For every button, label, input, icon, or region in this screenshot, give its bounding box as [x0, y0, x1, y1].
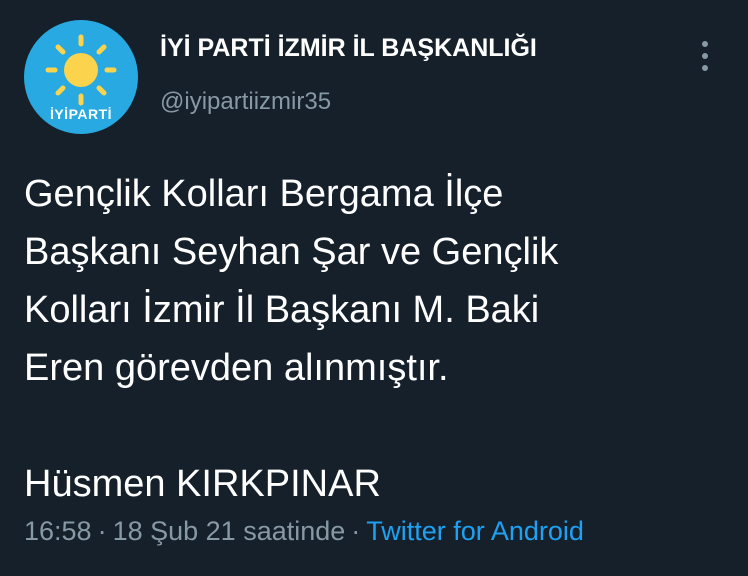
tweet-time[interactable]: 16:58	[24, 516, 92, 546]
tweet-line: Başkanı Seyhan Şar ve Gençlik	[24, 231, 559, 273]
user-handle[interactable]: @iyipartiizmir35	[160, 88, 331, 116]
tweet-line: Gençlik Kolları Bergama İlçe	[24, 173, 504, 215]
tweet-text: Gençlik Kolları Bergama İlçe Başkanı Sey…	[24, 165, 724, 513]
meta-separator: ·	[97, 516, 107, 546]
avatar[interactable]: İYİPARTİ	[24, 20, 138, 134]
display-name[interactable]: İYİ PARTİ İZMİR İL BAŞKANLIĞI	[160, 34, 537, 63]
tweet-date[interactable]: 18 Şub 21 saatinde	[113, 516, 346, 546]
tweet-line: Eren görevden alınmıştır.	[24, 347, 449, 389]
more-vertical-icon[interactable]	[694, 38, 716, 74]
meta-separator: ·	[351, 516, 361, 546]
tweet-source-link[interactable]: Twitter for Android	[366, 516, 584, 546]
avatar-logo-text: İYİPARTİ	[49, 106, 113, 122]
tweet-meta: 16:58 · 18 Şub 21 saatinde · Twitter for And…	[24, 516, 584, 547]
tweet-line: Hüsmen KIRKPINAR	[24, 463, 381, 505]
tweet-line: Kolları İzmir İl Başkanı M. Baki	[24, 289, 540, 331]
